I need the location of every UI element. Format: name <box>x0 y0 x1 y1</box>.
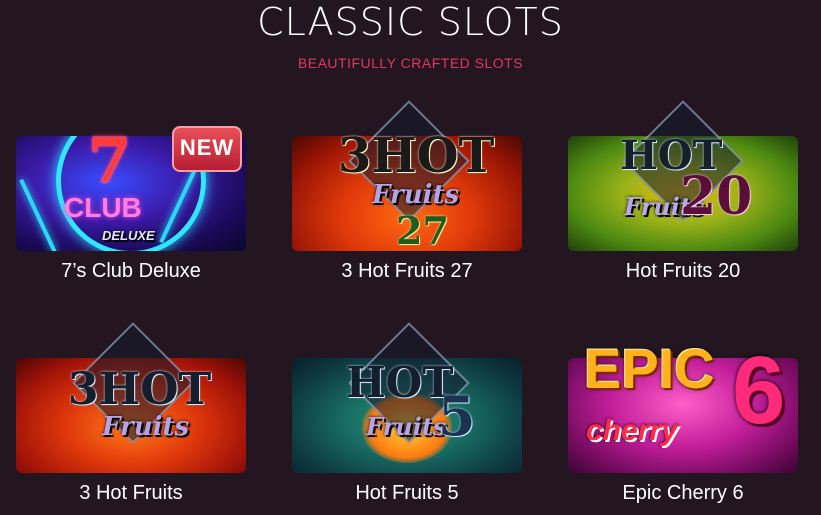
logo-fruits: Fruits <box>102 412 190 442</box>
page-subtitle: BEAUTIFULLY CRAFTED SLOTS <box>297 55 524 71</box>
game-thumbnail[interactable]: EPIC 6 cherry <box>568 337 798 473</box>
game-card-7s-club-deluxe[interactable]: 7 CLUB DELUXE NEW 7’s Club Deluxe <box>16 124 246 282</box>
game-thumbnail[interactable]: HOT Fruits 5 <box>292 322 522 473</box>
game-card-hot-fruits-5[interactable]: HOT Fruits 5 Hot Fruits 5 <box>292 322 522 504</box>
logo-club: CLUB <box>64 192 142 223</box>
game-title[interactable]: Epic Cherry 6 <box>548 482 818 505</box>
game-card-hot-fruits-20[interactable]: HOT Fruits 20 Hot Fruits 20 <box>568 100 798 282</box>
game-card-epic-cherry-6[interactable]: EPIC 6 cherry Epic Cherry 6 <box>568 337 798 504</box>
logo-fruits: Fruits <box>366 412 447 441</box>
logo-27: 27 <box>396 208 449 253</box>
page-title: CLASSIC SLOTS <box>257 0 564 44</box>
logo-3hot: 3HOT <box>338 128 495 184</box>
logo-cherry: cherry <box>586 414 678 447</box>
game-title[interactable]: 7’s Club Deluxe <box>0 260 266 283</box>
game-title[interactable]: Hot Fruits 20 <box>548 260 818 283</box>
game-card-3-hot-fruits[interactable]: 3HOT Fruits 3 Hot Fruits <box>16 322 246 504</box>
logo-deluxe: DELUXE <box>102 228 155 243</box>
new-badge: NEW <box>172 126 242 172</box>
logo-5: 5 <box>438 384 476 448</box>
game-thumbnail[interactable]: 3HOT Fruits 27 <box>292 100 522 253</box>
logo-20: 20 <box>680 166 753 227</box>
logo-epic: EPIC <box>584 337 715 400</box>
logo-3hot: 3HOT <box>68 364 212 415</box>
logo-fruits: Fruits <box>372 180 460 210</box>
game-title[interactable]: 3 Hot Fruits 27 <box>272 260 542 283</box>
game-title[interactable]: Hot Fruits 5 <box>272 482 542 505</box>
game-thumbnail[interactable]: 3HOT Fruits <box>16 322 246 473</box>
logo-six: 6 <box>732 337 786 444</box>
game-thumbnail[interactable]: 7 CLUB DELUXE NEW <box>16 124 246 251</box>
logo-seven: 7 <box>88 124 132 197</box>
game-thumbnail[interactable]: HOT Fruits 20 <box>568 100 798 251</box>
game-card-3-hot-fruits-27[interactable]: 3HOT Fruits 27 3 Hot Fruits 27 <box>292 100 522 282</box>
game-title[interactable]: 3 Hot Fruits <box>0 482 266 505</box>
